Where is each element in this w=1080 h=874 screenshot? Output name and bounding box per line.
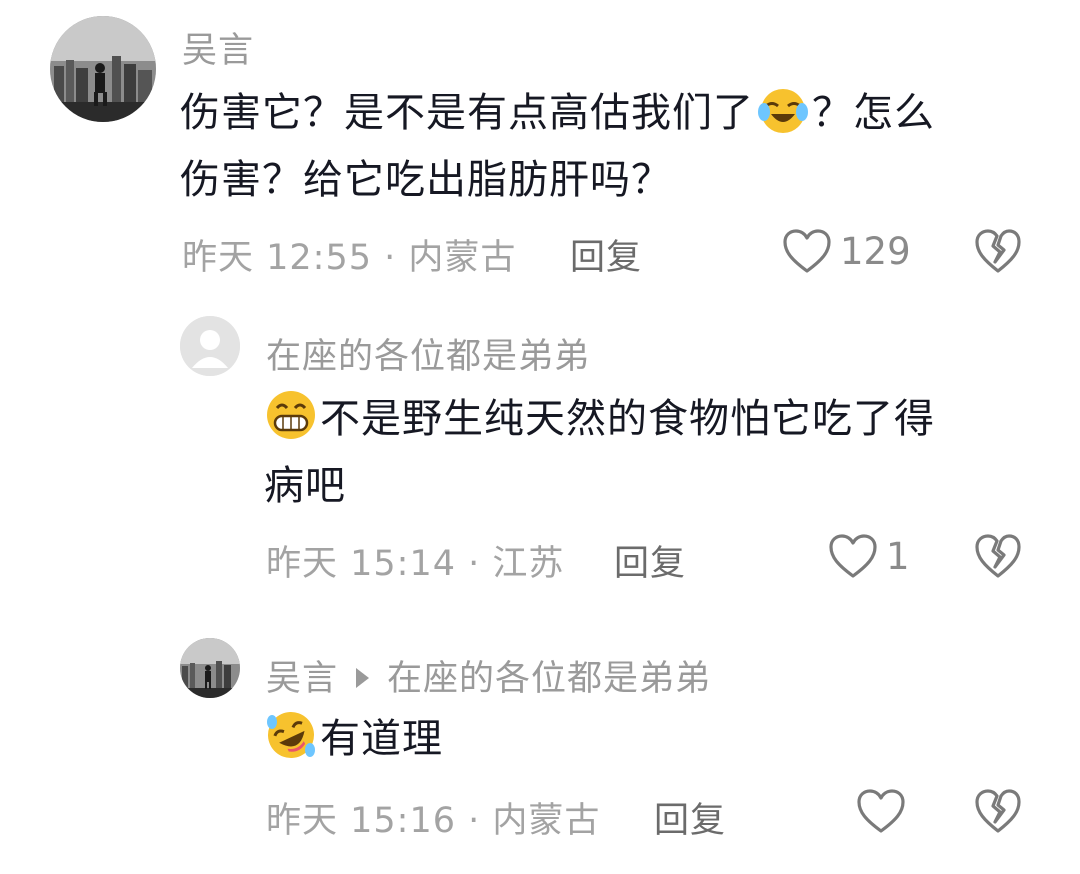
avatar-photo [50, 16, 156, 122]
meta-separator: · [456, 544, 493, 584]
comment-text-part: 伤害它？是不是有点高估我们了 [180, 90, 754, 136]
comment-username-line: 吴言 在座的各位都是弟弟 [266, 650, 711, 701]
like-count: 1 [886, 534, 910, 578]
comment-meta: 昨天 15:16 · 内蒙古 [266, 792, 600, 843]
comment-username[interactable]: 在座的各位都是弟弟 [266, 328, 590, 379]
default-user-icon [180, 316, 240, 376]
dislike-button[interactable] [974, 228, 1022, 274]
avatar-default[interactable] [180, 316, 240, 376]
like-button[interactable]: 129 [782, 228, 911, 274]
reply-to-username[interactable]: 在座的各位都是弟弟 [387, 659, 711, 699]
comment-meta: 昨天 15:14 · 江苏 [266, 535, 564, 586]
avatar-photo [180, 638, 240, 698]
comment-time: 昨天 15:14 [266, 544, 456, 584]
meta-separator: · [456, 801, 493, 841]
grinning-emoji-icon [267, 391, 315, 439]
crying-laughing-emoji-icon [758, 89, 808, 133]
rolling-laughing-emoji-icon [267, 712, 315, 758]
comment-location: 内蒙古 [408, 238, 517, 278]
comment-text-part: 不是野生纯天然的食物怕它吃了得 [320, 396, 935, 442]
broken-heart-icon [975, 534, 1021, 578]
reply-button[interactable]: 回复 [614, 535, 686, 586]
reply-arrow-icon [356, 668, 370, 688]
like-count: 129 [840, 229, 911, 273]
heart-outline-icon [857, 789, 905, 833]
avatar[interactable] [50, 16, 156, 122]
comment-text: 不是野生纯天然的食物怕它吃了得 病吧 [264, 386, 1064, 520]
broken-heart-icon [975, 789, 1021, 833]
comment-location: 江苏 [492, 544, 565, 584]
comment-text-line: 伤害？给它吃出脂肪肝吗？ [180, 157, 672, 203]
comment-text: 有道理 [264, 706, 1064, 773]
dislike-button[interactable] [974, 788, 1022, 834]
heart-outline-icon [783, 229, 831, 273]
broken-heart-icon [975, 229, 1021, 273]
comment-location: 内蒙古 [492, 801, 601, 841]
reply-button[interactable]: 回复 [570, 229, 642, 280]
like-button[interactable]: 1 [828, 533, 910, 579]
comment-time: 昨天 12:55 [182, 238, 372, 278]
comment-meta: 昨天 12:55 · 内蒙古 [182, 229, 516, 280]
avatar[interactable] [180, 638, 240, 698]
comment-text-line: 病吧 [264, 463, 346, 509]
comment-text: 伤害它？是不是有点高估我们了 ？怎么 伤害？给它吃出脂肪肝吗？ [180, 80, 1060, 214]
comment-username[interactable]: 吴言 [266, 659, 338, 699]
dislike-button[interactable] [974, 533, 1022, 579]
meta-separator: · [372, 238, 409, 278]
heart-outline-icon [829, 534, 877, 578]
comment-text-part: ？怎么 [812, 90, 935, 136]
comment-text-part: 有道理 [320, 716, 443, 762]
comment-time: 昨天 15:16 [266, 801, 456, 841]
comment-username[interactable]: 吴言 [182, 22, 254, 73]
like-button[interactable] [856, 788, 906, 834]
reply-button[interactable]: 回复 [654, 792, 726, 843]
